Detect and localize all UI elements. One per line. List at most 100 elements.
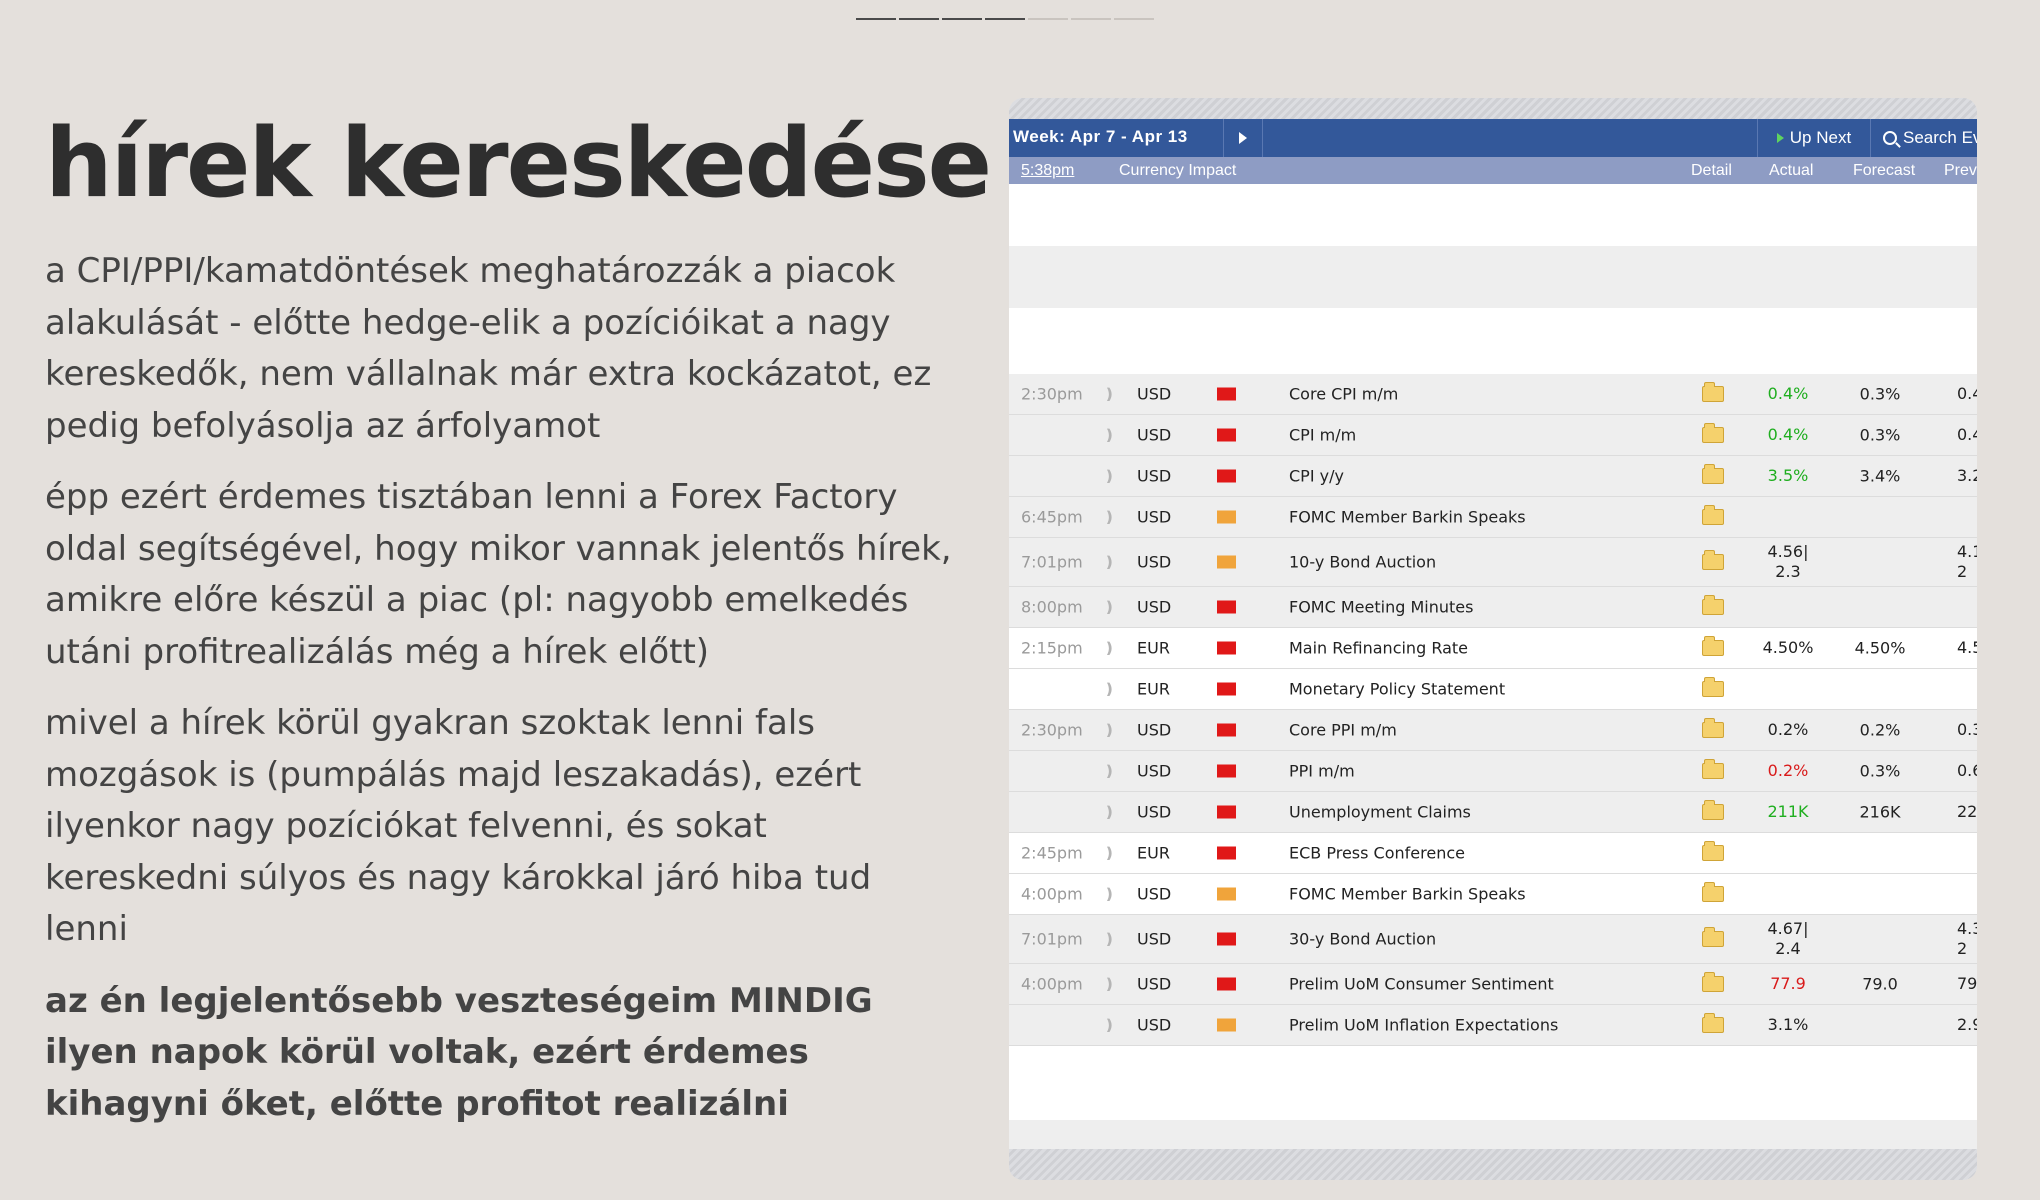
event-title[interactable]: Core CPI m/m — [1289, 385, 1398, 404]
table-row[interactable]: ❫ EUR Monetary Policy Statement — [1009, 669, 1977, 710]
detail-folder-icon[interactable] — [1702, 595, 1724, 615]
sound-icon[interactable]: ❫ — [1103, 803, 1116, 821]
sound-icon[interactable]: ❫ — [1103, 426, 1116, 444]
sound-icon[interactable]: ❫ — [1103, 598, 1116, 616]
table-row[interactable]: 8:00pm ❫ USD FOMC Meeting Minutes — [1009, 587, 1977, 628]
event-forecast: 79.0 — [1862, 974, 1898, 994]
event-previous: 0.6 — [1957, 761, 1977, 780]
event-title[interactable]: CPI y/y — [1289, 467, 1344, 486]
sound-icon[interactable]: ❫ — [1103, 639, 1116, 657]
folder-shape — [1702, 927, 1724, 947]
paragraph-conclusion: az én legjelentősebb veszteségeim MINDIG… — [45, 980, 873, 1124]
next-week-button[interactable] — [1223, 119, 1263, 157]
event-title[interactable]: Monetary Policy Statement — [1289, 680, 1505, 699]
table-row[interactable]: 7:01pm ❫ USD 30-y Bond Auction 4.67|2.4 4.32 — [1009, 915, 1977, 964]
event-title[interactable]: PPI m/m — [1289, 762, 1355, 781]
sound-icon[interactable]: ❫ — [1103, 975, 1116, 993]
search-events-button[interactable]: Search Ev — [1870, 119, 1977, 157]
progress-step — [985, 18, 1025, 20]
impact-folder-icon — [1217, 846, 1236, 860]
table-row[interactable]: 6:45pm ❫ USD FOMC Member Barkin Speaks — [1009, 497, 1977, 538]
sound-icon[interactable]: ❫ — [1103, 385, 1116, 403]
event-title[interactable]: Prelim UoM Inflation Expectations — [1289, 1016, 1558, 1035]
impact-folder-icon — [1217, 932, 1236, 946]
progress-step — [1028, 18, 1068, 20]
table-row[interactable]: ❫ USD CPI m/m 0.4% 0.3% 0.4 — [1009, 415, 1977, 456]
table-row[interactable]: 2:30pm ❫ USD Core CPI m/m 0.4% 0.3% 0.4 — [1009, 374, 1977, 415]
calendar-event-rows: 2:30pm ❫ USD Core CPI m/m 0.4% 0.3% 0.4 ❫ USD CPI… — [1009, 374, 1977, 1046]
paragraph-forex-factory: épp ezért érdemes tisztában lenni a Fore… — [45, 477, 952, 672]
detail-folder-icon[interactable] — [1702, 677, 1724, 697]
table-column-headers: 5:38pm Currency Impact Detail Actual For… — [1009, 157, 1977, 184]
table-row[interactable]: ❫ USD Unemployment Claims 211K 216K 22 — [1009, 792, 1977, 833]
event-title[interactable]: Main Refinancing Rate — [1289, 639, 1468, 658]
table-row[interactable]: ❫ USD PPI m/m 0.2% 0.3% 0.6 — [1009, 751, 1977, 792]
sound-icon[interactable]: ❫ — [1103, 1016, 1116, 1034]
impact-folder-icon — [1217, 977, 1236, 991]
event-forecast: 0.3% — [1859, 425, 1901, 445]
sound-icon[interactable]: ❫ — [1103, 553, 1116, 571]
play-icon — [1776, 133, 1784, 143]
detail-folder-icon[interactable] — [1702, 423, 1724, 443]
slide-progress — [856, 18, 1154, 20]
sound-icon[interactable]: ❫ — [1103, 885, 1116, 903]
detail-folder-icon[interactable] — [1702, 800, 1724, 820]
column-forecast: Forecast — [1853, 162, 1916, 179]
table-row[interactable]: 4:00pm ❫ USD FOMC Member Barkin Speaks — [1009, 874, 1977, 915]
event-currency: USD — [1137, 425, 1172, 445]
table-row[interactable]: 7:01pm ❫ USD 10-y Bond Auction 4.56|2.3 4.12 — [1009, 538, 1977, 587]
event-currency: USD — [1137, 720, 1172, 740]
sound-icon[interactable]: ❫ — [1103, 680, 1116, 698]
event-forecast: 216K — [1859, 802, 1901, 822]
sound-icon[interactable]: ❫ — [1103, 762, 1116, 780]
event-previous: 0.3 — [1957, 720, 1977, 739]
event-title[interactable]: CPI m/m — [1289, 426, 1356, 445]
event-currency: EUR — [1137, 638, 1170, 658]
detail-folder-icon[interactable] — [1702, 927, 1724, 947]
event-title[interactable]: Prelim UoM Consumer Sentiment — [1289, 975, 1554, 994]
table-row[interactable]: 2:45pm ❫ EUR ECB Press Conference — [1009, 833, 1977, 874]
table-row[interactable]: ❫ USD CPI y/y 3.5% 3.4% 3.2 — [1009, 456, 1977, 497]
event-forecast: 4.50% — [1854, 638, 1906, 658]
event-actual: 3.5% — [1767, 466, 1809, 485]
detail-folder-icon[interactable] — [1702, 718, 1724, 738]
sound-icon[interactable]: ❫ — [1103, 844, 1116, 862]
detail-folder-icon[interactable] — [1702, 382, 1724, 402]
table-row[interactable]: 4:00pm ❫ USD Prelim UoM Consumer Sentiment 7… — [1009, 964, 1977, 1005]
sound-icon[interactable]: ❫ — [1103, 930, 1116, 948]
table-row[interactable]: 2:15pm ❫ EUR Main Refinancing Rate 4.50% 4.50… — [1009, 628, 1977, 669]
detail-folder-icon[interactable] — [1702, 550, 1724, 570]
event-currency: USD — [1137, 929, 1172, 949]
detail-folder-icon[interactable] — [1702, 636, 1724, 656]
up-next-label: Up Next — [1789, 128, 1852, 147]
event-title[interactable]: Unemployment Claims — [1289, 803, 1471, 822]
detail-folder-icon[interactable] — [1702, 464, 1724, 484]
table-row[interactable]: 2:30pm ❫ USD Core PPI m/m 0.2% 0.2% 0.3 — [1009, 710, 1977, 751]
event-actual: 0.4% — [1767, 425, 1809, 444]
detail-folder-icon[interactable] — [1702, 505, 1724, 525]
folder-shape — [1702, 505, 1724, 525]
panel-bottom-edge — [1009, 1149, 1977, 1180]
event-currency: USD — [1137, 802, 1172, 822]
event-title[interactable]: FOMC Member Barkin Speaks — [1289, 885, 1526, 904]
event-title[interactable]: Core PPI m/m — [1289, 721, 1397, 740]
event-title[interactable]: FOMC Member Barkin Speaks — [1289, 508, 1526, 527]
detail-folder-icon[interactable] — [1702, 841, 1724, 861]
sound-icon[interactable]: ❫ — [1103, 467, 1116, 485]
event-time: 7:01pm — [1021, 929, 1083, 949]
detail-folder-icon[interactable] — [1702, 972, 1724, 992]
detail-folder-icon[interactable] — [1702, 1013, 1724, 1033]
sound-icon[interactable]: ❫ — [1103, 508, 1116, 526]
event-title[interactable]: FOMC Meeting Minutes — [1289, 598, 1473, 617]
event-currency: EUR — [1137, 679, 1170, 699]
current-time-link[interactable]: 5:38pm — [1021, 162, 1074, 180]
detail-folder-icon[interactable] — [1702, 882, 1724, 902]
event-title[interactable]: 10-y Bond Auction — [1289, 553, 1436, 572]
sound-icon[interactable]: ❫ — [1103, 721, 1116, 739]
detail-folder-icon[interactable] — [1702, 759, 1724, 779]
up-next-button[interactable]: Up Next — [1757, 119, 1870, 157]
table-row[interactable]: ❫ USD Prelim UoM Inflation Expectations 3.1… — [1009, 1005, 1977, 1046]
event-title[interactable]: ECB Press Conference — [1289, 844, 1465, 863]
event-time: 7:01pm — [1021, 552, 1083, 572]
event-title[interactable]: 30-y Bond Auction — [1289, 930, 1436, 949]
